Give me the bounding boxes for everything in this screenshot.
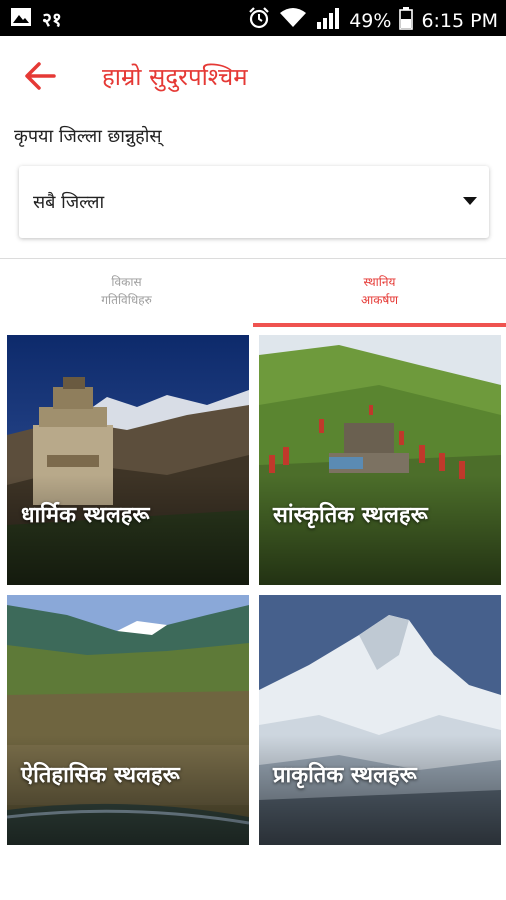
card-natural-sites[interactable]: प्राकृतिक स्थलहरू xyxy=(259,595,501,845)
tab-label-line1: स्थानिय xyxy=(363,275,396,289)
card-label: प्राकृतिक स्थलहरू xyxy=(273,763,417,788)
alarm-icon xyxy=(247,6,271,35)
card-shade xyxy=(7,735,249,845)
card-religious-sites[interactable]: धार्मिक स्थलहरू xyxy=(7,335,249,585)
card-cultural-sites[interactable]: सांस्कृतिक स्थलहरू xyxy=(259,335,501,585)
clock: 6:15 PM xyxy=(421,9,498,32)
district-selected: सबै जिल्ला xyxy=(33,192,105,213)
signal-icon xyxy=(315,6,341,35)
battery-percent: 49% xyxy=(349,9,392,32)
card-historical-sites[interactable]: ऐतिहासिक स्थलहरू xyxy=(7,595,249,845)
tab-label-line1: विकास xyxy=(111,275,142,289)
image-icon xyxy=(10,6,32,32)
app-bar: हाम्रो सुदुरपश्चिम xyxy=(0,36,506,114)
district-prompt: कृपया जिल्ला छान्नुहोस् xyxy=(14,126,162,147)
caret-down-icon xyxy=(463,197,477,205)
tab-development-activities[interactable]: विकास गतिविधिहरु xyxy=(0,259,253,327)
back-button[interactable] xyxy=(20,56,60,96)
tab-label-line2: आकर्षण xyxy=(360,293,399,307)
tab-label-line2: गतिविधिहरु xyxy=(101,293,152,307)
wifi-icon xyxy=(279,7,307,34)
card-label: ऐतिहासिक स्थलहरू xyxy=(21,763,180,788)
status-bar: २१ 49% 6:15 PM xyxy=(0,0,506,36)
district-dropdown[interactable]: सबै जिल्ला xyxy=(19,166,489,238)
arrow-left-icon xyxy=(25,62,56,90)
card-shade xyxy=(7,475,249,585)
carrier-number: २१ xyxy=(42,9,62,31)
attractions-grid: धार्मिक स्थलहरू सांस्कृतिक स्थलहरू ऐतिहा… xyxy=(0,327,506,867)
card-label: सांस्कृतिक स्थलहरू xyxy=(273,503,428,528)
tab-local-attractions[interactable]: स्थानिय आकर्षण xyxy=(253,259,506,327)
card-shade xyxy=(259,735,501,845)
card-label: धार्मिक स्थलहरू xyxy=(21,503,150,528)
tab-bar: विकास गतिविधिहरु स्थानिय आकर्षण xyxy=(0,259,506,327)
page-title: हाम्रो सुदुरपश्चिम xyxy=(102,63,248,91)
battery-icon xyxy=(399,6,414,35)
card-shade xyxy=(259,475,501,585)
